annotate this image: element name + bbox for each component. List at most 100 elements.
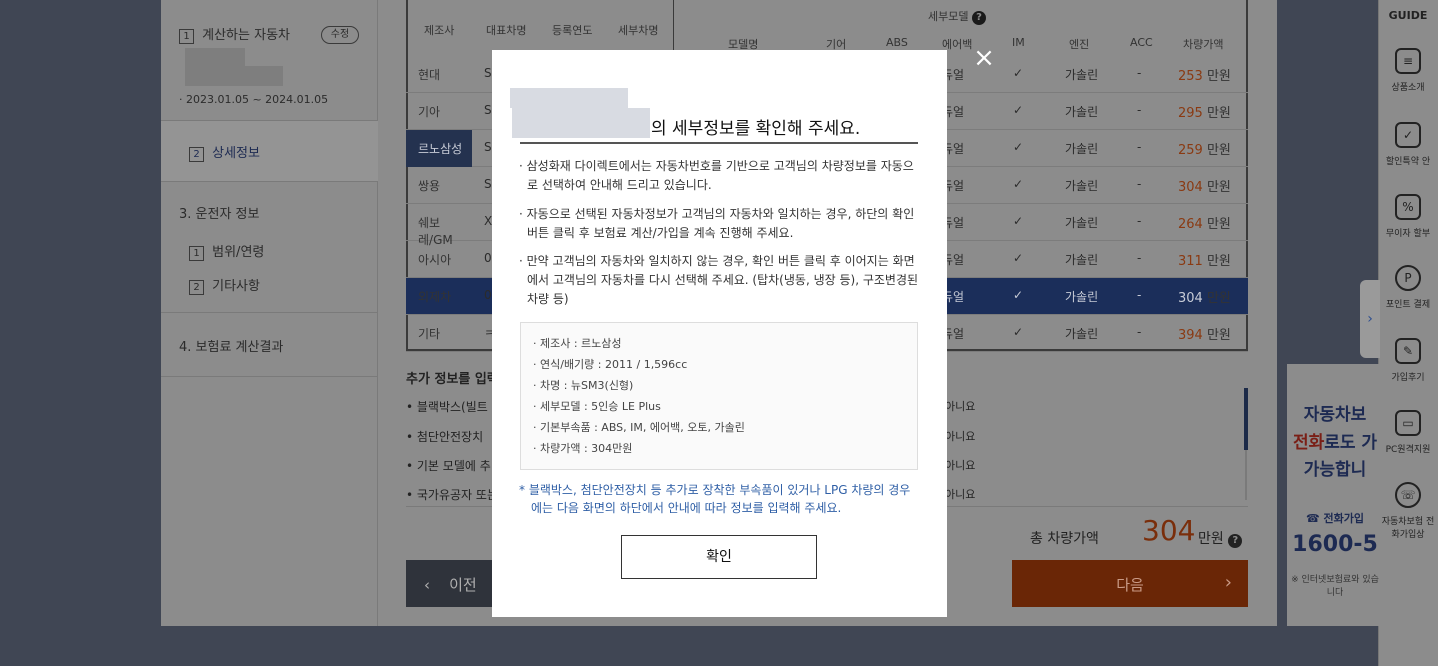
maker-option[interactable]: 르노삼성 <box>406 130 472 167</box>
sidebar-item-remote[interactable]: ▭ PC원격지원 <box>1378 410 1438 455</box>
modal-title: 의 세부정보를 확인해 주세요. <box>651 119 861 139</box>
sidebar-toggle[interactable]: › <box>1360 280 1380 358</box>
cell-engine: 가솔린 <box>1065 253 1099 267</box>
point-icon: P <box>1395 265 1421 291</box>
sidebar-item-discount[interactable]: ✓ 할인특약 안 <box>1378 122 1438 167</box>
nav-item-etc[interactable]: 2 기타사항 <box>189 275 260 295</box>
cell-acc: - <box>1137 214 1142 228</box>
price-unit: 만원 <box>1206 106 1231 121</box>
maker-option[interactable]: 쉐보레/GM <box>406 204 472 247</box>
nav-section-result[interactable]: 4. 보험료 계산결과 <box>179 336 283 355</box>
page: 1 계산하는 자동차 수정 · 2023.01.05 ~ 2024.01.05 … <box>0 0 1438 666</box>
cell-engine: 가솔린 <box>1065 105 1099 119</box>
total-unit-text: 만원 <box>1198 531 1224 547</box>
addinfo-radio-no[interactable]: 아니요 <box>945 398 975 414</box>
checklist-icon: ✓ <box>1395 122 1421 148</box>
addinfo-radio-no[interactable]: 아니요 <box>945 428 975 444</box>
cell-price: 311 만원 <box>1178 250 1231 269</box>
maker-option[interactable]: 외제차 <box>406 278 472 315</box>
nav-step-detail-label: 상세정보 <box>212 146 260 161</box>
cell-price: 264 만원 <box>1178 213 1231 232</box>
header-year: 등록연도 <box>552 24 593 37</box>
confirm-button[interactable]: 확인 <box>621 535 817 579</box>
cell-im: ✓ <box>1013 66 1024 80</box>
blurred-car-info <box>510 88 628 108</box>
blurred-car-info <box>512 108 650 138</box>
edit-button[interactable]: 수정 <box>321 26 359 44</box>
header-engine: 엔진 <box>1069 38 1090 51</box>
price-value: 264 <box>1178 217 1203 232</box>
header-model: 대표차명 <box>486 24 527 37</box>
info-maker: · 제조사 : 르노삼성 <box>533 337 622 350</box>
divider <box>161 376 378 377</box>
addinfo-item: • 기본 모델에 추 <box>406 459 491 473</box>
cell-engine: 가솔린 <box>1065 290 1099 304</box>
sidebar-item-phone-join[interactable]: ☏ 자동차보험 전화가입상 <box>1378 482 1438 540</box>
help-icon[interactable]: ? <box>1228 534 1243 548</box>
sidebar-item-point[interactable]: P 포인트 결제 <box>1378 265 1438 310</box>
price-value: 259 <box>1178 143 1203 158</box>
price-unit: 만원 <box>1206 180 1231 195</box>
cell-im: ✓ <box>1013 288 1024 302</box>
addinfo-radio-no[interactable]: 아니요 <box>945 486 975 502</box>
cell-im: ✓ <box>1013 177 1024 191</box>
sidebar-item-review[interactable]: ✎ 가입후기 <box>1378 338 1438 383</box>
banner-footnote: ※ 인터넷보험료와 있습니다 <box>1291 575 1379 598</box>
sidebar-item-product[interactable]: ≡ 상품소개 <box>1378 48 1438 93</box>
banner-phone[interactable]: 1600-5 <box>1287 532 1383 557</box>
addinfo-radio-no[interactable]: 아니요 <box>945 457 975 473</box>
maker-option[interactable]: 기아 <box>406 93 472 130</box>
model-cell[interactable]: X <box>484 214 492 228</box>
maker-option[interactable]: 기타 <box>406 315 472 352</box>
cell-price: 259 만원 <box>1178 139 1231 158</box>
cell-engine: 가솔린 <box>1065 216 1099 230</box>
nav-step-car[interactable]: 1 계산하는 자동차 <box>179 24 290 44</box>
cell-price: 253 만원 <box>1178 65 1231 84</box>
maker-option[interactable]: 아시아 <box>406 241 472 278</box>
cell-im: ✓ <box>1013 103 1024 117</box>
model-cell[interactable]: S <box>484 103 492 117</box>
cell-im: ✓ <box>1013 251 1024 265</box>
sidebar-item-installment[interactable]: % 무이자 할부 <box>1378 194 1438 239</box>
nav-item-range-age[interactable]: 1 범위/연령 <box>189 241 264 261</box>
nav-step-detail[interactable]: 2 상세정보 <box>189 142 260 162</box>
next-button[interactable]: 다음 › <box>1012 560 1248 607</box>
total-unit: 만원 ? <box>1198 528 1243 548</box>
chevron-right-icon: › <box>1367 311 1373 327</box>
blurred-car-number <box>185 48 245 66</box>
sidebar-item-label: 상품소개 <box>1391 83 1425 93</box>
maker-option[interactable]: 쌍용 <box>406 167 472 204</box>
close-icon[interactable]: × <box>971 45 997 72</box>
step-number: 2 <box>189 280 204 295</box>
document-icon: ≡ <box>1395 48 1421 74</box>
help-icon[interactable]: ? <box>971 11 986 25</box>
cell-im: ✓ <box>1013 325 1024 339</box>
step-number: 1 <box>189 246 204 261</box>
sidebar-item-label: 포인트 결제 <box>1385 300 1431 310</box>
model-cell[interactable]: 0 <box>484 251 492 265</box>
maker-option[interactable]: 현대 <box>406 56 472 93</box>
model-cell[interactable]: S <box>484 66 492 80</box>
model-cell[interactable]: S <box>484 140 492 154</box>
nav-section-driver[interactable]: 3. 운전자 정보 <box>179 203 259 222</box>
price-unit: 만원 <box>1206 254 1231 269</box>
cell-acc: - <box>1137 251 1142 265</box>
total-label: 총 차량가액 <box>1030 531 1099 547</box>
info-car-name: · 차명 : 뉴SM3(신형) <box>533 379 634 392</box>
model-cell[interactable]: S <box>484 177 492 191</box>
header-im: IM <box>1012 36 1025 49</box>
sidebar-item-label: PC원격지원 <box>1385 445 1431 455</box>
banner-phone-label: ☎ 전화가입 <box>1305 512 1364 525</box>
modal-paragraph: · 삼성화재 다이렉트에서는 자동차번호를 기반으로 고객님의 차량정보를 자동… <box>519 159 914 192</box>
banner-line-text: 로도 가 <box>1324 433 1378 453</box>
nav-step-car-label: 계산하는 자동차 <box>202 28 290 43</box>
model-cell[interactable]: 0 <box>484 288 492 302</box>
prev-button[interactable]: ‹ 이전 <box>406 560 500 607</box>
card-percent-icon: % <box>1395 194 1421 220</box>
header-acc: ACC <box>1130 36 1153 49</box>
scrollbar[interactable] <box>1244 388 1248 450</box>
insurance-period: · 2023.01.05 ~ 2024.01.05 <box>179 93 329 106</box>
cell-engine: 가솔린 <box>1065 179 1099 193</box>
addinfo-item: • 국가유공자 또는 <box>406 488 498 502</box>
price-value: 304 <box>1178 291 1203 306</box>
